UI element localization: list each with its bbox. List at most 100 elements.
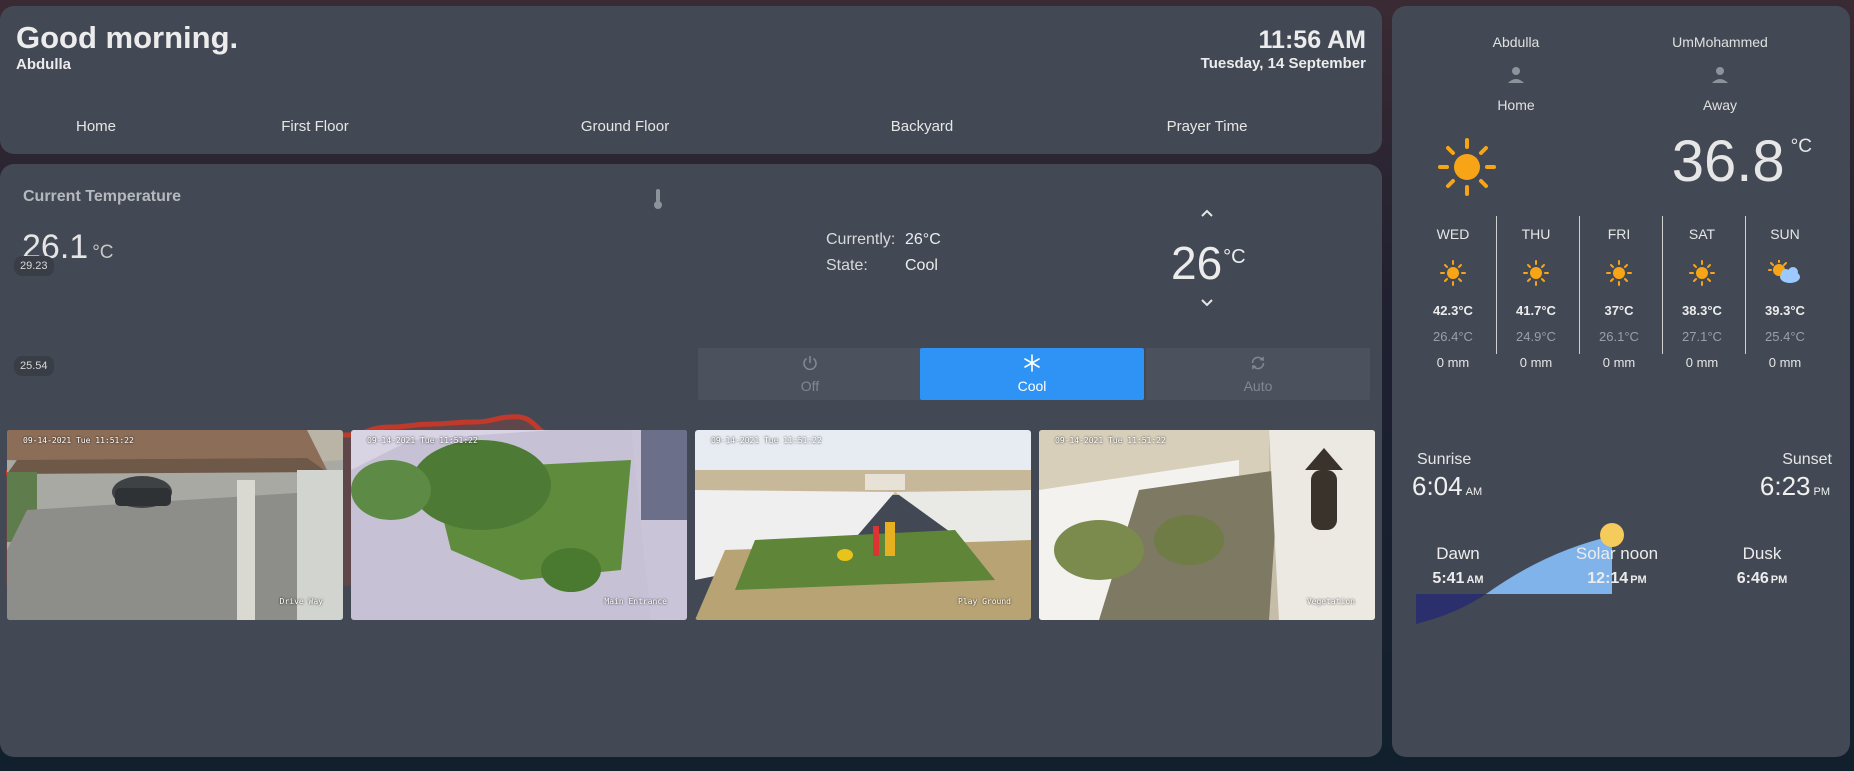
setpoint-unit: °C: [1223, 246, 1246, 268]
camera-name: Vegetation: [1306, 597, 1355, 606]
dusk-label: Dusk: [1742, 544, 1782, 563]
person-name: Abdulla: [1492, 34, 1540, 50]
person-icon: [1508, 67, 1524, 83]
solar-noon-label: Solar noon: [1575, 544, 1659, 563]
sun-icon: [1523, 260, 1549, 286]
dawn-time: 5:41 AM: [1398, 570, 1518, 588]
dawn-ampm: AM: [1466, 574, 1484, 586]
camera-name: Drive Way: [279, 597, 323, 606]
chevron-up-icon[interactable]: [1197, 206, 1217, 220]
dusk-ampm: PM: [1770, 574, 1788, 586]
forecast-day: THU 41.7°C 24.9°C 0 mm: [1495, 216, 1577, 370]
greeting: Good morning.: [16, 20, 239, 55]
dusk-time: 6:46 PM: [1702, 570, 1822, 588]
forecast-day-name: THU: [1521, 226, 1551, 242]
solar-noon-ampm: PM: [1630, 574, 1647, 586]
person-icon: [1712, 67, 1728, 83]
setpoint-value: 26: [1171, 237, 1223, 289]
forecast-high: 39.3°C: [1765, 303, 1805, 318]
dusk: Dusk 6:46 PM: [1702, 544, 1822, 588]
solar-noon: Solar noon 12:14 PM: [1557, 544, 1677, 588]
outdoor-temp-unit: °C: [1790, 136, 1812, 157]
sync-icon: [1251, 356, 1265, 370]
state-value: Cool: [905, 257, 938, 274]
camera-timestamp: 09-14-2021 Tue 11:51:22: [23, 436, 134, 445]
dawn: Dawn 5:41 AM: [1398, 544, 1518, 588]
camera-feed-play-ground[interactable]: 09-14-2021 Tue 11:51:22 Play Ground: [695, 430, 1031, 620]
sunset-time: 6:23 PM: [1760, 471, 1830, 502]
forecast-precipitation: 0 mm: [1602, 355, 1636, 370]
tab-ground-floor[interactable]: Ground Floor: [581, 118, 669, 135]
forecast-day: FRI 37°C 26.1°C 0 mm: [1578, 216, 1660, 370]
forecast-day: SUN 39.3°C 25.4°C 0 mm: [1744, 216, 1826, 370]
sun-icon: [1606, 260, 1632, 286]
sunrise-value: 6:04: [1412, 471, 1463, 501]
forecast-day-name: WED: [1436, 226, 1470, 242]
camera-name: Main Entrance: [604, 597, 667, 606]
camera-image-driveway: [7, 430, 343, 620]
forecast-low: 26.1°C: [1599, 329, 1639, 344]
power-icon: [803, 356, 817, 371]
temperature-max-label: 29.23: [14, 256, 54, 276]
state-label: State:: [826, 257, 868, 274]
forecast-high: 41.7°C: [1516, 303, 1556, 318]
camera-image-play-ground: [695, 430, 1031, 620]
camera-feed-main-entrance[interactable]: 09-14-2021 Tue 11:51:22 Main Entrance: [351, 430, 687, 620]
forecast-precipitation: 0 mm: [1685, 355, 1719, 370]
person-name: UmMohammed: [1672, 34, 1768, 50]
temperature-unit: °C: [92, 242, 114, 263]
forecast-low: 25.4°C: [1765, 329, 1805, 344]
person-state: Home: [1497, 97, 1535, 113]
sunrise-label: Sunrise: [1417, 451, 1472, 468]
partly-cloudy-icon: [1768, 259, 1800, 283]
forecast-precipitation: 0 mm: [1519, 355, 1553, 370]
mode-cool-label: Cool: [1017, 378, 1047, 394]
tab-prayer-time[interactable]: Prayer Time: [1167, 118, 1248, 135]
mode-off-button[interactable]: Off: [698, 348, 922, 400]
outdoor-temp-value: 36.8: [1671, 129, 1785, 194]
tab-first-floor[interactable]: First Floor: [281, 118, 349, 135]
person-state: Away: [1703, 97, 1737, 113]
mode-auto-button[interactable]: Auto: [1146, 348, 1370, 400]
forecast-day-name: FRI: [1607, 226, 1631, 242]
forecast-day-name: SUN: [1770, 226, 1800, 242]
forecast-low: 24.9°C: [1516, 329, 1556, 344]
tab-home[interactable]: Home: [76, 118, 116, 135]
camera-feed-vegetation[interactable]: 09-14-2021 Tue 11:51:22 Vegetation: [1039, 430, 1375, 620]
sun-icon: [1440, 260, 1466, 286]
camera-image-main-entrance: [351, 430, 687, 620]
user-name: Abdulla: [16, 56, 71, 73]
forecast-day: SAT 38.3°C 27.1°C 0 mm: [1661, 216, 1743, 370]
setpoint: 26°C: [1171, 236, 1246, 290]
main-card: Current Temperature 26.1 °C 29.23 25.54 C…: [0, 164, 1382, 757]
snowflake-icon: [1024, 354, 1040, 372]
forecast-low: 26.4°C: [1433, 329, 1473, 344]
tab-backyard[interactable]: Backyard: [891, 118, 954, 135]
thermometer-icon: [654, 189, 662, 209]
solar-noon-value: 12:14: [1587, 570, 1629, 587]
sunset-value: 6:23: [1759, 471, 1811, 501]
camera-timestamp: 09-14-2021 Tue 11:51:22: [711, 436, 822, 445]
sunrise-ampm: AM: [1465, 486, 1483, 498]
sun-icon: [1689, 260, 1715, 286]
clock: 11:56 AM: [1258, 26, 1366, 54]
forecast-precipitation: 0 mm: [1768, 355, 1802, 370]
forecast-high: 37°C: [1604, 303, 1634, 318]
chevron-down-icon[interactable]: [1197, 296, 1217, 310]
forecast-high: 42.3°C: [1433, 303, 1473, 318]
date: Tuesday, 14 September: [1200, 55, 1366, 72]
dusk-value: 6:46: [1736, 570, 1769, 587]
currently-value: 26°C: [905, 231, 941, 248]
camera-name: Play Ground: [958, 597, 1011, 606]
weather-card: Abdulla Home UmMohammed Away 36.8 °C WED …: [1392, 6, 1850, 757]
forecast-precipitation: 0 mm: [1436, 355, 1470, 370]
person-ummohammed[interactable]: UmMohammed Away: [1660, 34, 1780, 113]
mode-auto-label: Auto: [1243, 378, 1273, 394]
forecast-day: WED 42.3°C 26.4°C 0 mm: [1412, 216, 1494, 370]
camera-feed-driveway[interactable]: 09-14-2021 Tue 11:51:22 Drive Way: [7, 430, 343, 620]
header-card: Good morning. Abdulla 11:56 AM Tuesday, …: [0, 6, 1382, 154]
person-abdulla[interactable]: Abdulla Home: [1456, 34, 1576, 113]
forecast-high: 38.3°C: [1682, 303, 1722, 318]
forecast-low: 27.1°C: [1682, 329, 1722, 344]
mode-cool-button[interactable]: Cool: [920, 348, 1144, 400]
